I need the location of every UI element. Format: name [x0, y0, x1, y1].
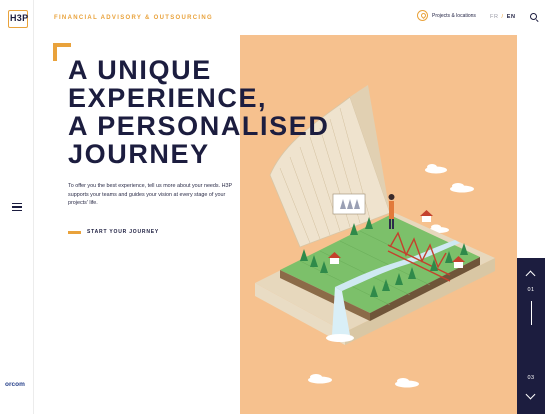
hero-title-line: A UNIQUE: [68, 55, 212, 85]
slide-current: 01: [527, 287, 535, 293]
h3p-logo[interactable]: H3P: [8, 10, 28, 28]
brand-tagline: FINANCIAL ADVISORY & OUTSOURCING: [54, 15, 213, 21]
language-switcher: FR / EN: [490, 14, 516, 20]
lang-separator: /: [501, 14, 504, 20]
left-rail: H3P orcom: [0, 0, 34, 414]
chevron-up-icon[interactable]: [525, 270, 536, 281]
hero-title-line: JOURNEY: [68, 139, 210, 169]
slide-progress-bar: [530, 301, 532, 325]
hero-title-line: EXPERIENCE,: [68, 83, 268, 113]
hero-description: To offer you the best experience, tell u…: [68, 183, 233, 206]
hero-title-line: A PERSONALISED: [68, 111, 330, 141]
map-pin-icon: [417, 10, 428, 21]
slide-total: 03: [527, 375, 535, 381]
hero-title: A UNIQUE EXPERIENCE, A PERSONALISED JOUR…: [68, 56, 329, 168]
start-journey-link[interactable]: START YOUR JOURNEY: [68, 229, 159, 235]
cta-dash-decoration: [68, 230, 81, 234]
slide-navigation: 01 03: [517, 258, 545, 414]
lang-fr[interactable]: FR: [490, 14, 499, 20]
lang-en[interactable]: EN: [507, 14, 516, 20]
chevron-down-icon[interactable]: [525, 389, 536, 400]
cta-label: START YOUR JOURNEY: [87, 229, 159, 235]
orcom-logo[interactable]: orcom: [5, 381, 25, 388]
projects-locations-link[interactable]: Projects & locations: [417, 10, 476, 21]
logo-text: H3P: [10, 13, 29, 23]
search-icon[interactable]: [530, 13, 538, 21]
hamburger-menu-icon[interactable]: [12, 203, 22, 211]
projects-locations-label: Projects & locations: [432, 12, 476, 19]
